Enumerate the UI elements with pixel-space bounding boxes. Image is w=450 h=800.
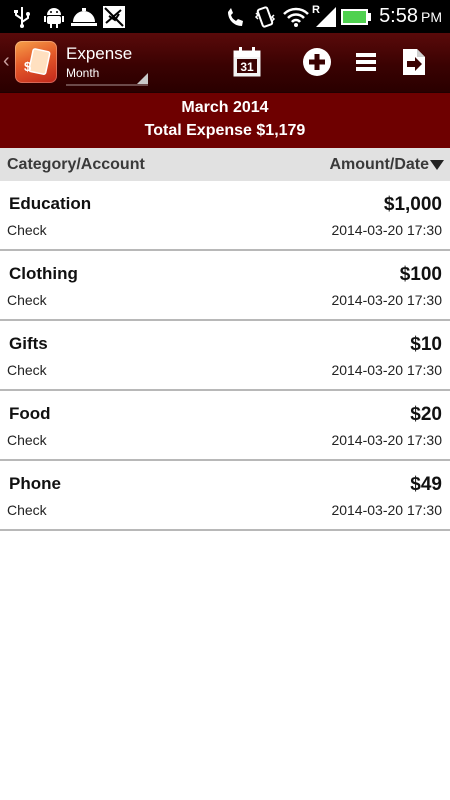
clock-ampm: PM — [421, 9, 442, 25]
expense-row-clothing[interactable]: Clothing Check $100 2014-03-20 17:30 — [0, 251, 450, 321]
row-amount: $10 — [410, 334, 442, 355]
status-bar: R 5:58 PM — [0, 0, 450, 33]
list-menu-icon — [356, 53, 376, 71]
action-bar: ‹ $ Expense Month 31 — [0, 33, 450, 93]
muted-bird-icon — [103, 6, 125, 33]
add-icon — [303, 48, 331, 76]
period-spinner[interactable]: Month — [66, 66, 99, 80]
row-amount: $20 — [410, 404, 442, 425]
row-account: Check — [7, 432, 47, 448]
row-category: Clothing — [9, 264, 78, 283]
row-amount: $100 — [399, 264, 442, 285]
clock-time: 5:58 — [379, 5, 418, 27]
expense-row-education[interactable]: Education Check $1,000 2014-03-20 17:30 — [0, 181, 450, 251]
row-date: 2014-03-20 17:30 — [331, 362, 442, 378]
svg-text:$: $ — [24, 59, 32, 74]
row-amount: $49 — [410, 474, 442, 495]
calendar-icon: 31 — [233, 47, 261, 77]
usb-icon — [13, 6, 31, 33]
row-date: 2014-03-20 17:30 — [331, 432, 442, 448]
service-bell-icon — [70, 6, 98, 33]
page-title: Expense — [66, 44, 133, 63]
calendar-day: 31 — [240, 60, 254, 74]
spinner-corner-icon — [137, 73, 148, 84]
row-amount: $1,000 — [383, 194, 442, 215]
summary-period: March 2014 — [181, 99, 269, 116]
app-logo-icon[interactable]: $ — [15, 41, 57, 83]
row-date: 2014-03-20 17:30 — [331, 222, 442, 238]
expense-list: Education Check $1,000 2014-03-20 17:30 … — [0, 181, 450, 531]
status-clock: 5:58 PM — [379, 5, 442, 28]
summary-total: Total Expense $1,179 — [144, 122, 306, 139]
amount-date-header[interactable]: Amount/Date — [329, 156, 429, 174]
row-category: Phone — [9, 474, 61, 493]
row-account: Check — [7, 362, 47, 378]
list-header: Category/Account Amount/Date — [0, 148, 450, 181]
phone-icon — [226, 6, 244, 33]
category-account-header[interactable]: Category/Account — [7, 156, 145, 174]
row-date: 2014-03-20 17:30 — [331, 502, 442, 518]
wifi-icon — [283, 6, 309, 33]
row-account: Check — [7, 292, 47, 308]
row-date: 2014-03-20 17:30 — [331, 292, 442, 308]
expense-row-gifts[interactable]: Gifts Check $10 2014-03-20 17:30 — [0, 321, 450, 391]
summary-banner: March 2014 Total Expense $1,179 — [0, 93, 450, 148]
list-menu-button[interactable] — [349, 45, 383, 79]
vibrate-icon — [254, 6, 276, 33]
expense-row-phone[interactable]: Phone Check $49 2014-03-20 17:30 — [0, 461, 450, 531]
roaming-signal-icon: R — [312, 3, 338, 34]
battery-icon — [341, 9, 371, 30]
expense-row-food[interactable]: Food Check $20 2014-03-20 17:30 — [0, 391, 450, 461]
export-icon — [403, 49, 425, 75]
spinner-underline — [66, 84, 148, 86]
row-category: Education — [9, 194, 92, 213]
row-category: Gifts — [9, 334, 48, 353]
calendar-button[interactable]: 31 — [230, 45, 264, 79]
export-button[interactable] — [397, 45, 431, 79]
row-category: Food — [9, 404, 51, 423]
roaming-letter: R — [312, 4, 320, 16]
row-account: Check — [7, 502, 47, 518]
add-expense-button[interactable] — [300, 45, 334, 79]
back-chevron-icon[interactable]: ‹ — [3, 50, 10, 73]
row-account: Check — [7, 222, 47, 238]
android-debug-icon — [44, 6, 64, 33]
sort-arrow-icon[interactable] — [430, 160, 444, 170]
